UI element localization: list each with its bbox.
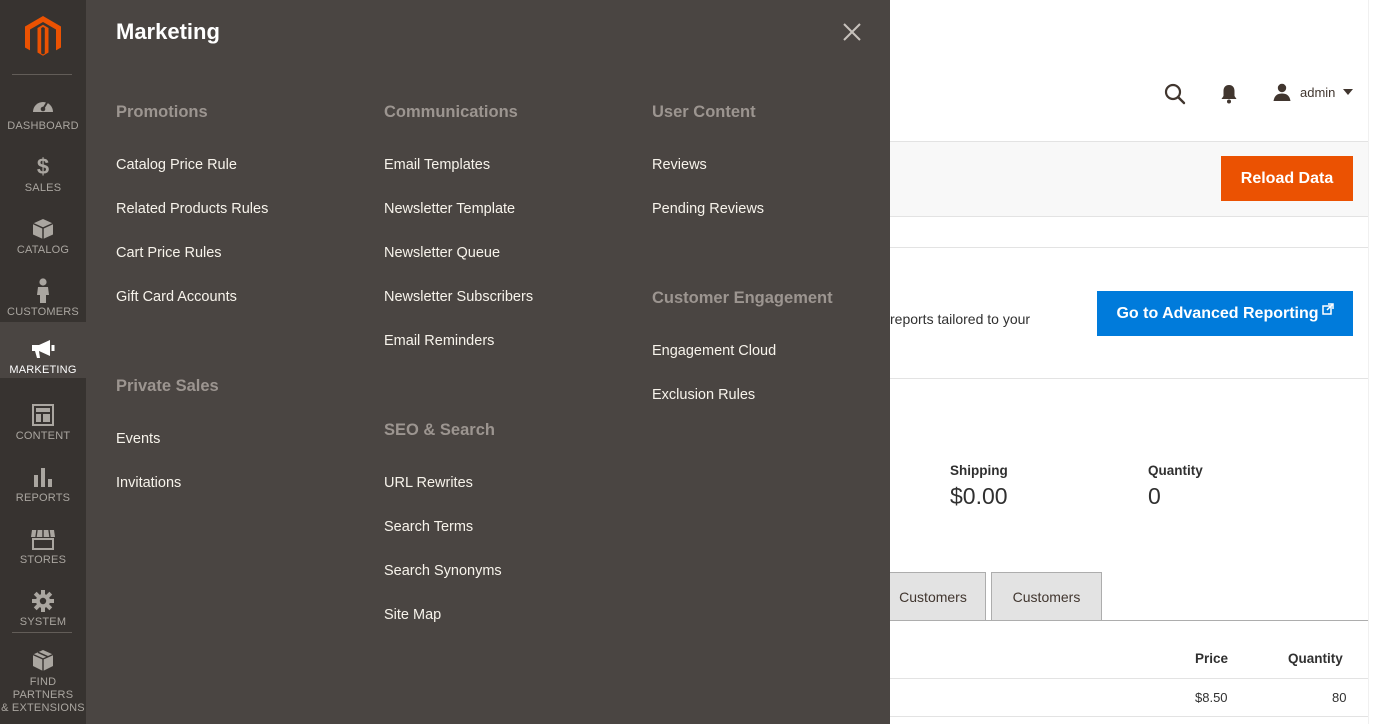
table-cell-price: $8.50 (1195, 690, 1228, 705)
advanced-reporting-button[interactable]: Go to Advanced Reporting (1097, 291, 1353, 336)
shipping-label: Shipping (950, 463, 1008, 478)
tab-customers-1[interactable]: Customers (880, 572, 986, 621)
gear-icon (30, 588, 56, 614)
group-title-communications: Communications (384, 103, 518, 121)
sidebar-item-reports[interactable]: REPORTS (0, 456, 86, 518)
group-title-seo-search: SEO & Search (384, 421, 495, 439)
sidebar-item-stores[interactable]: STORES (0, 518, 86, 580)
sidebar-item-catalog[interactable]: CATALOG (0, 208, 86, 270)
dashboard-icon (30, 92, 56, 118)
menu-link-exclusion-rules[interactable]: Exclusion Rules (652, 387, 755, 403)
menu-link-reviews[interactable]: Reviews (652, 157, 707, 173)
table-divider (890, 678, 1368, 679)
sidebar-item-content[interactable]: CONTENT (0, 394, 86, 456)
sidebar-item-dashboard[interactable]: DASHBOARD (0, 84, 86, 146)
group-title-private-sales: Private Sales (116, 377, 219, 395)
layout-icon (30, 402, 56, 428)
column-header-price: Price (1195, 651, 1229, 666)
menu-link-url-rewrites[interactable]: URL Rewrites (384, 475, 473, 491)
menu-link-catalog-price-rule[interactable]: Catalog Price Rule (116, 157, 237, 173)
menu-link-search-synonyms[interactable]: Search Synonyms (384, 563, 502, 579)
tabs-underline (890, 620, 1368, 621)
sidebar-label-content: CONTENT (15, 430, 71, 442)
box-icon (30, 216, 56, 242)
sidebar-label-marketing: MARKETING (9, 364, 77, 376)
sidebar-divider (12, 632, 72, 633)
menu-link-engagement-cloud[interactable]: Engagement Cloud (652, 343, 776, 359)
search-icon[interactable] (1163, 82, 1187, 106)
menu-link-search-terms[interactable]: Search Terms (384, 519, 473, 535)
bar-chart-icon (30, 464, 56, 490)
magento-logo[interactable] (0, 0, 86, 74)
group-title-user-content: User Content (652, 103, 756, 121)
menu-link-pending-reviews[interactable]: Pending Reviews (652, 201, 764, 217)
sidebar-item-marketing[interactable]: MARKETING (0, 322, 86, 378)
marketing-flyout-menu: Marketing Promotions Catalog Price Rule … (86, 0, 890, 724)
group-title-promotions: Promotions (116, 103, 208, 121)
group-title-customer-engagement: Customer Engagement (652, 289, 833, 307)
menu-link-email-reminders[interactable]: Email Reminders (384, 333, 494, 349)
sidebar-label-stores: STORES (19, 554, 67, 566)
column-header-quantity: Quantity (1288, 651, 1343, 666)
sidebar-label-find-partners: FIND PARTNERS & EXTENSIONS (0, 676, 86, 715)
quantity-value: 0 (1148, 483, 1161, 509)
sidebar-label-sales: SALES (24, 182, 62, 194)
advanced-reporting-label: Go to Advanced Reporting (1116, 304, 1319, 322)
reload-data-button[interactable]: Reload Data (1221, 156, 1353, 201)
table-divider (890, 716, 1368, 717)
close-icon[interactable] (838, 18, 866, 46)
sidebar-label-customers: CUSTOMERS (7, 306, 79, 318)
user-icon (1273, 83, 1291, 101)
menu-link-cart-price-rules[interactable]: Cart Price Rules (116, 245, 222, 261)
sidebar-label-line1: FIND PARTNERS (12, 676, 74, 701)
admin-user-menu[interactable]: admin (1272, 82, 1354, 102)
sidebar-label-reports: REPORTS (15, 492, 71, 504)
dollar-icon: $ (36, 154, 50, 179)
flyout-title: Marketing (116, 19, 220, 44)
tab-customers-2[interactable]: Customers (991, 572, 1102, 621)
menu-link-related-products-rules[interactable]: Related Products Rules (116, 201, 268, 217)
menu-link-email-templates[interactable]: Email Templates (384, 157, 490, 173)
caret-down-icon (1343, 89, 1354, 95)
notifications-bell-icon[interactable] (1219, 83, 1239, 105)
admin-username: admin (1300, 84, 1336, 100)
table-cell-quantity: 80 (1332, 690, 1347, 705)
menu-link-newsletter-queue[interactable]: Newsletter Queue (384, 245, 500, 261)
external-link-icon (1321, 302, 1334, 315)
shipping-value: $0.00 (950, 483, 1008, 509)
menu-link-newsletter-template[interactable]: Newsletter Template (384, 201, 515, 217)
store-icon (30, 526, 56, 552)
menu-link-site-map[interactable]: Site Map (384, 607, 441, 623)
page-scrollbar[interactable] (1368, 0, 1399, 724)
menu-link-gift-card-accounts[interactable]: Gift Card Accounts (116, 289, 237, 305)
sidebar-label-dashboard: DASHBOARD (7, 120, 79, 132)
sidebar-label-system: SYSTEM (19, 616, 67, 628)
quantity-label: Quantity (1148, 463, 1203, 478)
menu-link-events[interactable]: Events (116, 431, 160, 447)
sidebar-item-find-partners[interactable]: FIND PARTNERS & EXTENSIONS (0, 640, 86, 724)
dashboard-page: admin Reload Data reports tailored to yo… (880, 0, 1399, 724)
menu-link-invitations[interactable]: Invitations (116, 475, 181, 491)
menu-link-newsletter-subscribers[interactable]: Newsletter Subscribers (384, 289, 533, 305)
sidebar-label-line2: & EXTENSIONS (1, 702, 85, 714)
sidebar-item-sales[interactable]: $ SALES (0, 146, 86, 208)
divider (890, 247, 1368, 248)
extensions-icon (30, 648, 56, 674)
megaphone-icon (30, 336, 56, 362)
person-icon (30, 278, 56, 304)
divider (890, 378, 1368, 379)
admin-sidebar: DASHBOARD $ SALES CATALOG CUSTOMERS MARK… (0, 0, 86, 724)
sidebar-divider (12, 74, 72, 75)
reporting-description: reports tailored to your (890, 311, 1031, 327)
sidebar-label-catalog: CATALOG (16, 244, 70, 256)
